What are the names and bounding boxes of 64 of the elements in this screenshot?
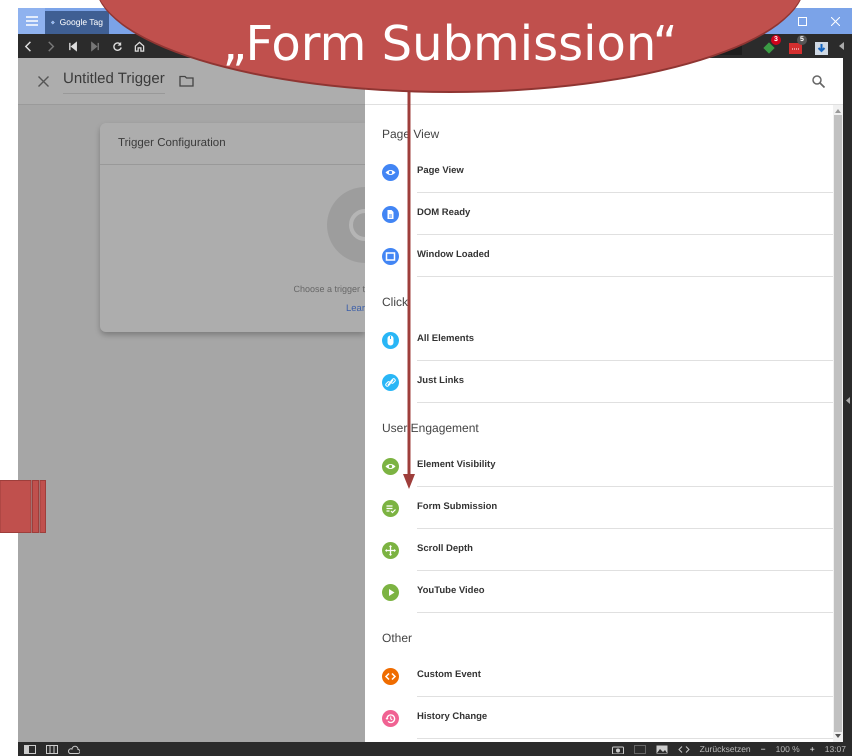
scrollbar[interactable] — [833, 105, 843, 742]
trigger-type-item[interactable]: Window Loaded — [417, 248, 490, 263]
cloud-icon — [68, 744, 80, 754]
folder-icon — [178, 75, 194, 87]
window-icon — [634, 744, 646, 754]
trigger-type-item[interactable]: Page View — [417, 164, 464, 179]
clock-text: 13:07 — [824, 742, 846, 756]
trigger-name-field[interactable]: Untitled Trigger — [63, 68, 165, 94]
sidebar-button[interactable] — [24, 744, 36, 754]
trigger-type-item[interactable]: YouTube Video — [417, 584, 485, 599]
section-heading: User Engagement — [382, 420, 479, 437]
trigger-type-item[interactable]: DOM Ready — [417, 206, 470, 221]
arrow-tail-drawing — [0, 480, 46, 533]
code-button[interactable] — [678, 744, 690, 754]
search-icon — [812, 74, 825, 88]
home-icon — [134, 40, 145, 52]
tiles-button[interactable] — [46, 744, 58, 754]
forward-icon — [46, 40, 57, 52]
tiles-icon — [46, 744, 58, 754]
sidebar-icon — [24, 744, 36, 754]
camera-icon — [612, 744, 624, 754]
image-button[interactable] — [656, 744, 668, 754]
reset-zoom-button[interactable]: Zurücksetzen — [700, 742, 751, 756]
trigger-type-item[interactable]: Scroll Depth — [417, 542, 473, 557]
rewind-icon — [68, 40, 79, 52]
trigger-type-item[interactable]: Element Visibility — [417, 458, 496, 473]
zoom-in-button[interactable]: + — [810, 742, 815, 756]
forward-button[interactable] — [46, 40, 57, 52]
image-icon — [656, 744, 668, 754]
browser-tab[interactable]: Google Tag — [45, 11, 109, 34]
calendar-icon — [788, 42, 802, 54]
rewind-button[interactable] — [68, 40, 79, 52]
scroll-up-icon — [835, 109, 841, 113]
close-icon — [38, 76, 49, 86]
search-button[interactable] — [812, 74, 825, 88]
caret-icon — [839, 42, 844, 50]
close-icon — [831, 16, 840, 26]
collapse-icon — [846, 396, 850, 404]
trigger-type-item[interactable]: Form Submission — [417, 500, 498, 515]
home-button[interactable] — [134, 40, 145, 52]
zoom-level: 100 % — [776, 742, 800, 756]
cloud-button[interactable] — [68, 744, 80, 754]
hint-text: Choose a trigger t — [293, 283, 365, 296]
trigger-type-item[interactable]: Just Links — [417, 374, 464, 389]
maximize-icon — [798, 16, 807, 26]
section-heading: Click — [382, 294, 408, 311]
code-icon — [678, 744, 690, 754]
camera-button[interactable] — [612, 744, 624, 754]
trigger-type-item[interactable]: History Change — [417, 710, 488, 725]
close-button[interactable] — [38, 76, 49, 86]
fast-forward-icon — [90, 40, 101, 52]
zoom-out-button[interactable]: − — [760, 742, 766, 756]
trigger-type-item[interactable]: Custom Event — [417, 668, 481, 683]
trigger-type-item[interactable]: All Elements — [417, 332, 474, 347]
panel-toggle-button[interactable] — [839, 42, 844, 50]
window-button[interactable] — [634, 744, 646, 754]
scroll-down-icon — [835, 734, 841, 738]
callout-text: „Form Submission“ — [222, 16, 678, 72]
download-icon — [814, 42, 828, 54]
reload-button[interactable] — [112, 40, 123, 52]
folder-button[interactable] — [178, 75, 194, 87]
reload-icon — [112, 40, 123, 52]
section-heading: Other — [382, 630, 412, 647]
menu-icon — [26, 16, 38, 26]
